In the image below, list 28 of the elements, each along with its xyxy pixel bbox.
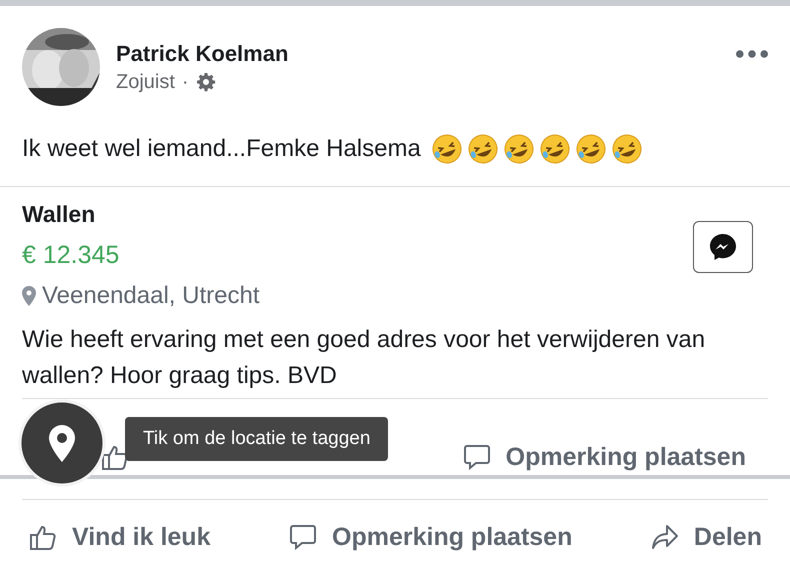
chat-bubble-icon [708,232,738,262]
comment-button[interactable]: Opmerking plaatsen [462,442,746,472]
speech-bubble-icon [288,522,318,552]
laughing-emoji-icon [538,133,571,165]
laughing-emoji-icon [610,133,643,165]
listing-title: Wallen [22,201,96,228]
speech-bubble-icon [462,442,492,472]
messenger-button[interactable] [693,221,753,273]
separator-dot: · [182,70,189,94]
more-options-icon[interactable] [736,50,768,58]
share-arrow-icon [650,522,680,552]
location-pin-icon [22,286,36,306]
listing-price: € 12.345 [22,241,120,270]
share-button[interactable]: Delen [650,522,762,552]
listing-description: Wie heeft ervaring met een goed adres voor het verwijderen van wallen? Hoor graag tips. BVD [22,325,706,391]
laughing-emoji-icon [574,133,607,165]
location-tag-button[interactable] [18,399,106,487]
tooltip: Tik om de locatie te taggen [125,417,388,461]
gear-icon [196,72,216,92]
like-button[interactable]: Vind ik leuk [28,522,210,552]
laughing-emoji-icon [502,133,535,165]
author-name[interactable]: Patrick Koelman [116,40,736,66]
post-time: Zojuist [116,70,175,94]
laughing-emoji-icon [430,133,463,165]
post-text: Ik weet wel iemand...Femke Halsema [22,135,421,163]
comment-button[interactable]: Opmerking plaatsen [288,522,572,552]
listing-location: Veenendaal, Utrecht [42,282,260,310]
laughing-emoji-icon [466,133,499,165]
